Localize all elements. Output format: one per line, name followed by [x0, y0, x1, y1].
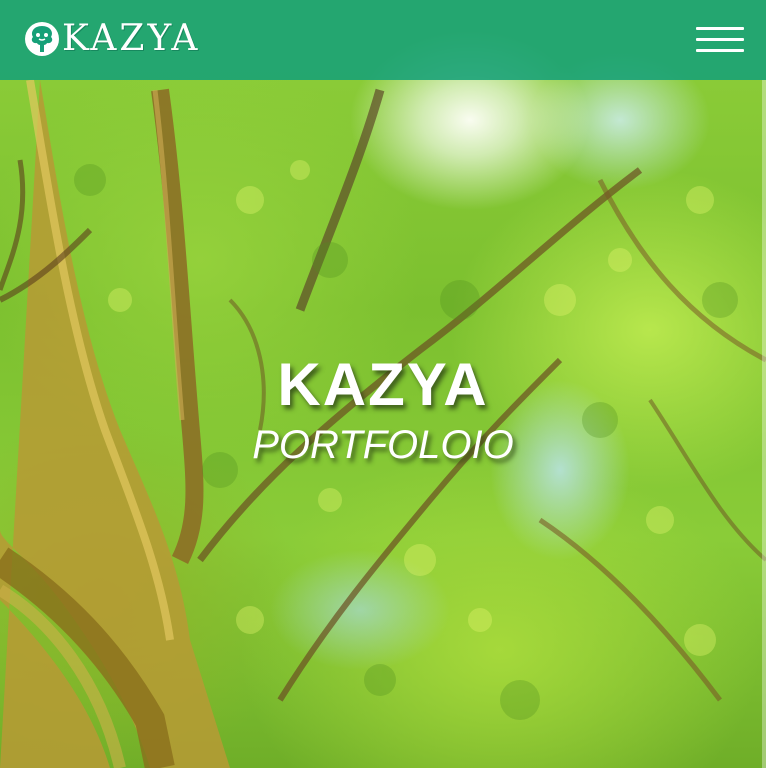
tree-face-icon — [25, 22, 59, 56]
site-header: KAZYA — [0, 0, 766, 80]
logo-text: KAZYA — [62, 18, 201, 59]
hamburger-menu-icon[interactable] — [696, 27, 744, 53]
menu-line — [696, 27, 744, 30]
menu-line — [696, 38, 744, 41]
menu-line — [696, 49, 744, 52]
hero-title: KAZYA — [277, 351, 489, 418]
site-logo[interactable]: KAZYA — [24, 19, 200, 59]
hero-subtitle: PORTFOLOIO — [252, 423, 514, 467]
page: KAZYA KAZYA PORTFOLOIO — [0, 0, 766, 768]
